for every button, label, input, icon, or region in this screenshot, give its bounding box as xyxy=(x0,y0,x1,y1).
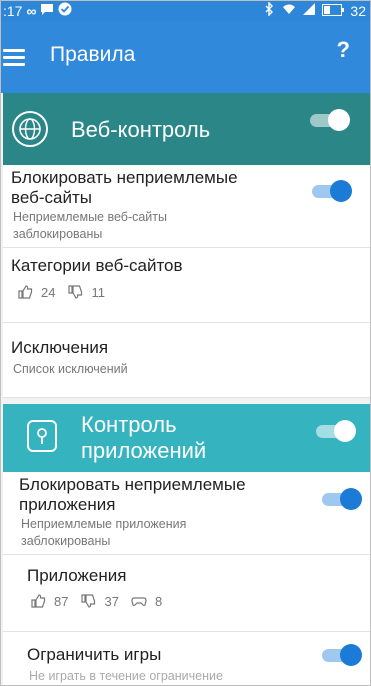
web-control-title: Веб-контроль xyxy=(71,117,211,142)
help-icon[interactable]: ? xyxy=(337,37,350,63)
thumbs-down-icon xyxy=(81,594,96,608)
block-apps-toggle[interactable] xyxy=(322,488,362,510)
check-circle-icon xyxy=(58,2,72,19)
dislikes-count: 37 xyxy=(104,593,119,609)
status-time: :17 xyxy=(3,2,23,19)
thumbs-up-icon xyxy=(31,594,46,608)
status-bar: :17 ∞ 32 xyxy=(1,1,370,21)
thumbs-down-icon xyxy=(68,285,83,299)
restrict-games-title: Ограничить игры xyxy=(27,645,162,664)
exceptions-row[interactable]: Исключения Список исключений xyxy=(3,323,370,398)
block-websites-title-2: веб-сайты xyxy=(11,188,92,207)
app-lock-icon xyxy=(27,420,57,452)
app-bar: Правила ? xyxy=(1,21,370,93)
block-apps-title-1: Блокировать неприемлемые xyxy=(19,475,246,494)
web-control-toggle[interactable] xyxy=(310,109,350,131)
applications-row[interactable]: Приложения 87 37 8 xyxy=(3,555,370,632)
restrict-games-toggle[interactable] xyxy=(322,644,362,666)
rules-list: Веб-контроль Блокировать неприемлемые ве… xyxy=(1,93,370,685)
app-control-toggle[interactable] xyxy=(316,420,356,442)
block-websites-toggle[interactable] xyxy=(312,180,352,202)
voicemail-icon: ∞ xyxy=(26,2,37,19)
website-categories-stats: 24 11 xyxy=(17,284,105,300)
games-count: 8 xyxy=(154,593,163,609)
bluetooth-icon xyxy=(262,2,276,19)
restrict-games-row[interactable]: Ограничить игры Не играть в течение огра… xyxy=(3,632,370,685)
website-categories-row[interactable]: Категории веб-сайтов 24 11 xyxy=(3,248,370,323)
block-websites-row[interactable]: Блокировать неприемлемые веб-сайты Непри… xyxy=(3,165,370,248)
battery-level: 32 xyxy=(350,2,366,19)
block-websites-title-1: Блокировать неприемлемые xyxy=(11,168,238,187)
restrict-games-sub: Не играть в течение ограничение xyxy=(29,669,223,683)
block-websites-sub-2: заблокированы xyxy=(13,227,103,241)
block-apps-title-2: приложения xyxy=(19,495,116,514)
website-categories-title: Категории веб-сайтов xyxy=(11,256,183,275)
app-control-title-1: Контроль xyxy=(81,412,177,437)
app-control-title-2: приложений xyxy=(81,438,207,463)
wifi-icon xyxy=(282,2,296,19)
applications-stats: 87 37 8 xyxy=(30,593,162,609)
web-control-header: Веб-контроль xyxy=(3,93,370,165)
exceptions-sub: Список исключений xyxy=(13,362,128,376)
block-apps-sub-2: заблокированы xyxy=(21,534,111,548)
block-apps-row[interactable]: Блокировать неприемлемые приложения Непр… xyxy=(3,472,370,555)
page-title: Правила xyxy=(50,43,136,66)
block-websites-sub-1: Неприемлемые веб-сайты xyxy=(13,210,168,224)
battery-icon xyxy=(322,3,345,19)
app-control-header: Контроль приложений xyxy=(3,404,370,472)
gamepad-icon xyxy=(131,597,147,607)
app-frame: :17 ∞ 32 Правила ? Веб-контроль Блокиров… xyxy=(0,0,371,686)
thumbs-up-icon xyxy=(18,285,33,299)
applications-title: Приложения xyxy=(27,566,127,585)
dislikes-count: 11 xyxy=(91,284,105,300)
chat-icon xyxy=(40,2,54,19)
hamburger-menu-icon[interactable] xyxy=(3,49,25,66)
likes-count: 24 xyxy=(41,284,56,300)
likes-count: 87 xyxy=(54,593,69,609)
exceptions-title: Исключения xyxy=(11,338,109,357)
signal-icon xyxy=(302,2,316,19)
globe-lock-icon xyxy=(12,111,48,147)
block-apps-sub-1: Неприемлемые приложения xyxy=(21,517,187,531)
